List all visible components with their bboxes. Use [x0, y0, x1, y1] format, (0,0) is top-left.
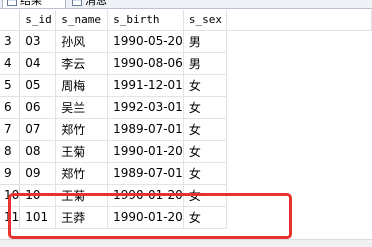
- cell-s-sex[interactable]: 女: [183, 74, 227, 97]
- results-pane: 结果 消息 s_id s_name s_birth s_sex 3 03 孙风 …: [0, 0, 372, 247]
- row-number[interactable]: 5: [0, 74, 21, 97]
- empty-cell: [226, 74, 371, 96]
- cell-s-birth[interactable]: 1992-03-01: [107, 96, 184, 119]
- cell-s-name[interactable]: 郑竹: [55, 118, 109, 141]
- cell-s-id[interactable]: 09: [19, 162, 57, 185]
- row-number[interactable]: 9: [0, 162, 21, 185]
- cell-s-birth[interactable]: 1989-07-01: [107, 118, 184, 141]
- table-row[interactable]: 5 05 周梅 1991-12-01 女: [0, 74, 372, 97]
- tab-results-label: 结果: [20, 0, 42, 7]
- cell-s-id[interactable]: 05: [19, 74, 57, 97]
- empty-cell: [226, 118, 371, 140]
- cell-s-sex[interactable]: 女: [183, 140, 227, 163]
- cell-s-id[interactable]: 06: [19, 96, 57, 119]
- tab-messages-label: 消息: [85, 0, 107, 7]
- table-row[interactable]: 3 03 孙风 1990-05-20 男: [0, 30, 372, 53]
- cell-s-id[interactable]: 03: [19, 30, 57, 53]
- cell-s-sex[interactable]: 男: [183, 52, 227, 75]
- cell-s-name[interactable]: 孙风: [55, 30, 109, 53]
- grid-header-row: s_id s_name s_birth s_sex: [0, 10, 372, 31]
- row-number[interactable]: 3: [0, 30, 21, 53]
- cell-s-id[interactable]: 07: [19, 118, 57, 141]
- column-header-s-name[interactable]: s_name: [55, 10, 109, 31]
- empty-cell: [226, 30, 371, 52]
- row-number-header[interactable]: [0, 10, 21, 31]
- column-header-s-sex[interactable]: s_sex: [183, 10, 227, 31]
- row-number[interactable]: 6: [0, 96, 21, 119]
- cell-s-name[interactable]: 郑竹: [55, 162, 109, 185]
- message-icon: [72, 0, 82, 6]
- highlight-annotation-box: [8, 193, 292, 239]
- empty-header-space: [226, 10, 372, 31]
- table-row[interactable]: 9 09 郑竹 1989-07-01 女: [0, 162, 372, 185]
- empty-cell: [226, 162, 371, 184]
- empty-cell: [226, 96, 371, 118]
- row-number[interactable]: 8: [0, 140, 21, 163]
- cell-s-birth[interactable]: 1990-01-20: [107, 140, 184, 163]
- table-row[interactable]: 4 04 李云 1990-08-06 男: [0, 52, 372, 75]
- row-number[interactable]: 7: [0, 118, 21, 141]
- row-number[interactable]: 4: [0, 52, 21, 75]
- cell-s-id[interactable]: 08: [19, 140, 57, 163]
- cell-s-birth[interactable]: 1991-12-01: [107, 74, 184, 97]
- results-tabbar: 结果 消息: [0, 0, 372, 9]
- cell-s-birth[interactable]: 1990-08-06: [107, 52, 184, 75]
- cell-s-name[interactable]: 吴兰: [55, 96, 109, 119]
- column-header-s-id[interactable]: s_id: [19, 10, 57, 31]
- tab-messages[interactable]: 消息: [68, 0, 128, 8]
- tab-results[interactable]: 结果: [2, 0, 66, 8]
- cell-s-sex[interactable]: 女: [183, 118, 227, 141]
- table-row[interactable]: 7 07 郑竹 1989-07-01 女: [0, 118, 372, 141]
- cell-s-birth[interactable]: 1989-07-01: [107, 162, 184, 185]
- empty-cell: [226, 52, 371, 74]
- table-row[interactable]: 6 06 吴兰 1992-03-01 女: [0, 96, 372, 119]
- cell-s-sex[interactable]: 女: [183, 96, 227, 119]
- column-header-s-birth[interactable]: s_birth: [107, 10, 184, 31]
- cell-s-sex[interactable]: 男: [183, 30, 227, 53]
- empty-cell: [226, 140, 371, 162]
- horizontal-scrollbar[interactable]: [0, 239, 372, 247]
- cell-s-id[interactable]: 04: [19, 52, 57, 75]
- cell-s-name[interactable]: 李云: [55, 52, 109, 75]
- cell-s-name[interactable]: 王菊: [55, 140, 109, 163]
- table-row[interactable]: 8 08 王菊 1990-01-20 女: [0, 140, 372, 163]
- cell-s-sex[interactable]: 女: [183, 162, 227, 185]
- cell-s-birth[interactable]: 1990-05-20: [107, 30, 184, 53]
- cell-s-name[interactable]: 周梅: [55, 74, 109, 97]
- grid-icon: [7, 0, 17, 6]
